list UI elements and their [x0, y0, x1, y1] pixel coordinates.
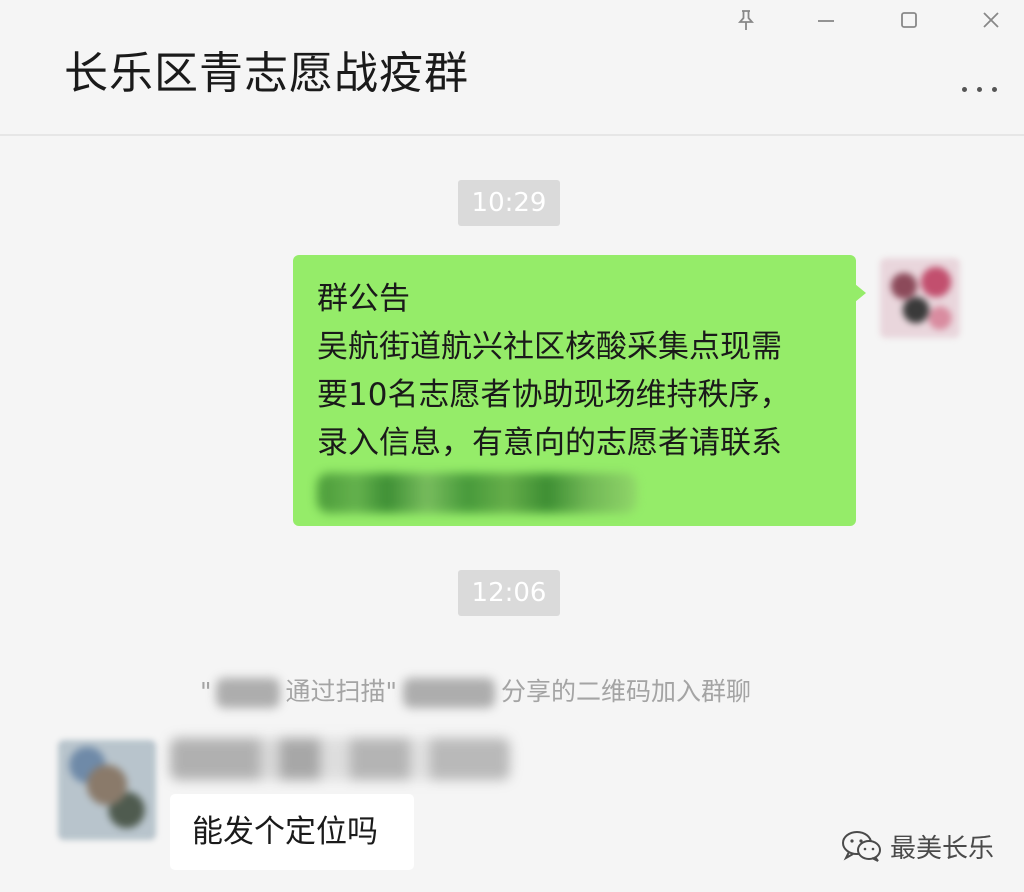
- wechat-icon: [842, 831, 881, 862]
- redacted-name: [215, 678, 280, 708]
- chat-title: 长乐区青志愿战疫群: [64, 48, 469, 99]
- chat-header: 长乐区青志愿战疫群: [0, 0, 1024, 136]
- received-message-bubble[interactable]: 能发个定位吗: [170, 794, 414, 870]
- announcement-line: 录入信息，有意向的志愿者请联系: [317, 425, 782, 461]
- avatar[interactable]: [58, 740, 156, 840]
- close-icon[interactable]: [975, 6, 1007, 34]
- bubble-tail: [855, 284, 866, 302]
- more-icon[interactable]: [950, 74, 1008, 104]
- system-notice-quote: ": [200, 677, 212, 706]
- system-notice-tail: 分享的二维码加入群聊: [501, 677, 752, 706]
- avatar[interactable]: [880, 258, 960, 338]
- pin-icon[interactable]: [730, 6, 762, 34]
- minimize-icon[interactable]: [810, 6, 842, 34]
- maximize-icon[interactable]: [893, 6, 925, 34]
- system-notice: " 通过扫描" 分享的二维码加入群聊: [200, 670, 830, 714]
- redacted-sender-name: [170, 738, 510, 780]
- redacted-contact: [317, 473, 637, 513]
- redacted-name: [403, 678, 495, 708]
- announcement-heading: 群公告: [317, 281, 410, 317]
- watermark: 最美长乐: [840, 826, 994, 866]
- message-timestamp: 12:06: [458, 570, 560, 616]
- chat-window: 长乐区青志愿战疫群 10:29 群公告 吴航街道航兴社区核酸采集点现需 要10名…: [0, 0, 1024, 892]
- system-notice-middle: 通过扫描": [285, 677, 398, 706]
- watermark-text: 最美长乐: [890, 833, 995, 864]
- announcement-line: 要10名志愿者协助现场维持秩序，: [317, 377, 791, 413]
- announcement-line: 吴航街道航兴社区核酸采集点现需: [317, 329, 782, 365]
- announcement-bubble[interactable]: 群公告 吴航街道航兴社区核酸采集点现需 要10名志愿者协助现场维持秩序， 录入信…: [293, 255, 856, 526]
- message-timestamp: 10:29: [458, 180, 560, 226]
